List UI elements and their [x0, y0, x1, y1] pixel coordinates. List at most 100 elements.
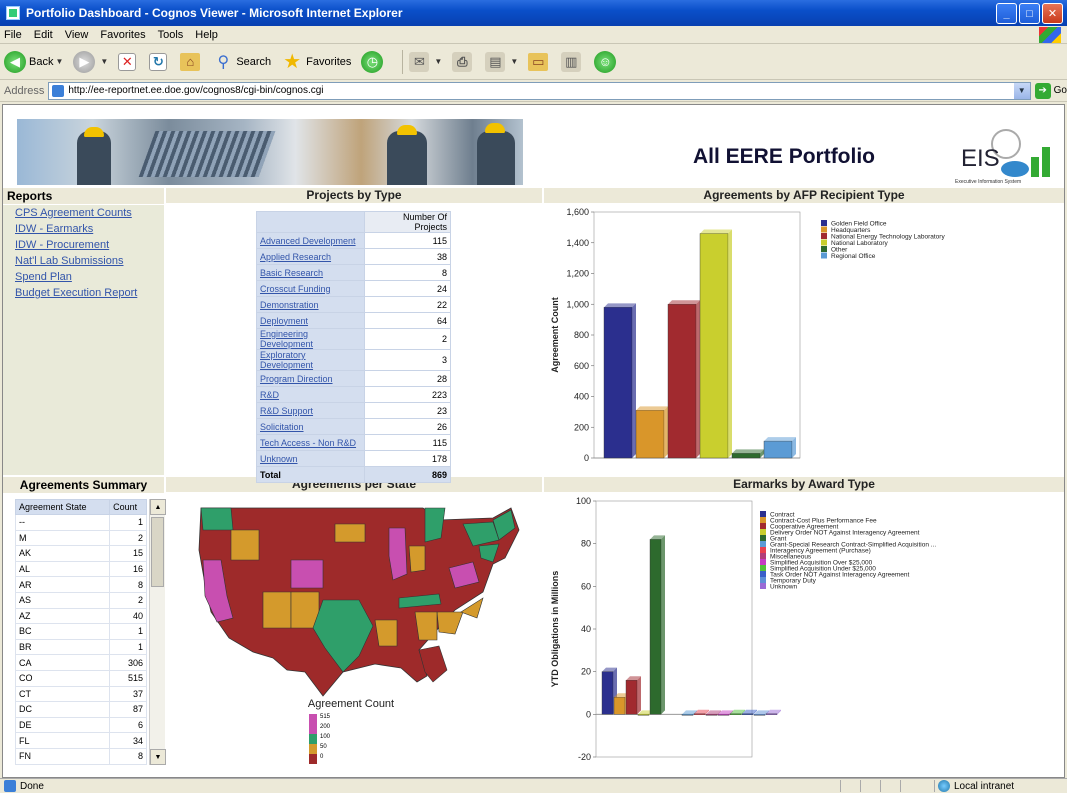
- project-type-link[interactable]: Demonstration: [260, 300, 319, 310]
- report-link[interactable]: Budget Execution Report: [15, 285, 160, 301]
- status-bar: Done Local intranet: [0, 778, 1067, 793]
- legend-swatch: [760, 565, 766, 571]
- print-button[interactable]: ⎙: [452, 51, 475, 72]
- project-type-link[interactable]: Program Direction: [260, 374, 333, 384]
- y-tick-label: 1,400: [566, 238, 589, 248]
- folder-button[interactable]: ▭: [528, 52, 551, 71]
- y-tick-label: -20: [578, 752, 591, 762]
- mail-button[interactable]: ✉ ▼: [409, 51, 442, 72]
- menu-file[interactable]: File: [4, 29, 22, 41]
- bar-top: [604, 303, 636, 308]
- map-legend: 515 200 100 50 0: [309, 714, 331, 764]
- state-cell: CO: [15, 669, 111, 687]
- menu-favorites[interactable]: Favorites: [100, 29, 145, 41]
- project-type-link[interactable]: Exploratory Development: [260, 350, 313, 370]
- minimize-button[interactable]: _: [996, 3, 1017, 24]
- bar: [729, 713, 742, 715]
- scroll-up-icon[interactable]: ▲: [150, 499, 166, 515]
- state-illinois[interactable]: [388, 527, 408, 581]
- maximize-button[interactable]: □: [1019, 3, 1040, 24]
- legend-swatch: [760, 517, 766, 523]
- state-georgia[interactable]: [436, 611, 464, 635]
- logo-bar: [1042, 147, 1050, 177]
- table-row: BR 1: [15, 638, 147, 656]
- project-count-cell: 38: [364, 248, 451, 265]
- state-alabama[interactable]: [414, 611, 438, 641]
- edit-button[interactable]: ▤ ▼: [485, 51, 518, 72]
- y-axis-label: Agreement Count: [550, 297, 560, 373]
- count-cell: 6: [109, 716, 147, 734]
- project-type-link[interactable]: Tech Access - Non R&D: [260, 438, 356, 448]
- favorites-button[interactable]: ★ Favorites: [281, 51, 351, 73]
- scroll-thumb[interactable]: [151, 517, 164, 587]
- table-row: CT 37: [15, 685, 147, 703]
- history-button[interactable]: ◷: [361, 50, 386, 73]
- report-link[interactable]: Nat'l Lab Submissions: [15, 253, 160, 269]
- forward-button[interactable]: ▶ ▼: [73, 50, 108, 73]
- menu-edit[interactable]: Edit: [34, 29, 53, 41]
- edit-dropdown-icon[interactable]: ▼: [510, 57, 518, 66]
- y-tick-label: 80: [581, 539, 591, 549]
- stop-icon: ✕: [118, 52, 137, 71]
- project-type-link[interactable]: Deployment: [260, 316, 308, 326]
- report-link[interactable]: IDW - Earmarks: [15, 221, 160, 237]
- project-count-cell: 2: [364, 328, 451, 350]
- state-washington[interactable]: [200, 507, 234, 531]
- table-row: Advanced Development 115: [256, 232, 451, 249]
- stop-button[interactable]: ✕: [118, 52, 139, 71]
- us-states-map: [198, 507, 520, 697]
- bar: [649, 539, 662, 715]
- go-button[interactable]: ➔ Go: [1034, 82, 1067, 99]
- project-type-link[interactable]: Basic Research: [260, 268, 323, 278]
- bar: [667, 304, 697, 459]
- state-arizona[interactable]: [262, 591, 292, 629]
- research-button[interactable]: ▥: [561, 51, 584, 72]
- close-button[interactable]: ✕: [1042, 3, 1063, 24]
- state-idaho[interactable]: [230, 529, 260, 561]
- scroll-down-icon[interactable]: ▼: [150, 749, 166, 765]
- project-type-link[interactable]: Solicitation: [260, 422, 304, 432]
- mail-dropdown-icon[interactable]: ▼: [434, 57, 442, 66]
- messenger-button[interactable]: ☺: [594, 50, 619, 73]
- menu-view[interactable]: View: [65, 29, 89, 41]
- summary-scrollbar[interactable]: ▲ ▼: [149, 499, 166, 765]
- y-tick-label: 60: [581, 581, 591, 591]
- legend-swatch: [821, 220, 827, 226]
- project-type-link[interactable]: Unknown: [260, 454, 298, 464]
- forward-dropdown-icon[interactable]: ▼: [100, 57, 108, 66]
- search-button[interactable]: ⚲ Search: [213, 52, 271, 72]
- state-south-dakota[interactable]: [334, 523, 366, 543]
- report-link[interactable]: Spend Plan: [15, 269, 160, 285]
- project-type-cell: Unknown: [256, 450, 365, 467]
- refresh-button[interactable]: ↻: [149, 52, 170, 71]
- project-type-link[interactable]: Crosscut Funding: [260, 284, 331, 294]
- address-dropdown-icon[interactable]: ▼: [1013, 82, 1030, 99]
- status-divider: [840, 780, 841, 792]
- project-type-cell: Tech Access - Non R&D: [256, 434, 365, 451]
- back-button[interactable]: ◀ Back ▼: [4, 50, 63, 73]
- home-button[interactable]: ⌂: [180, 52, 203, 71]
- address-input[interactable]: http://ee-reportnet.ee.doe.gov/cognos8/c…: [48, 81, 1031, 100]
- logo-bar: [1031, 157, 1039, 177]
- state-louisiana[interactable]: [374, 619, 398, 647]
- project-type-cell: Advanced Development: [256, 232, 365, 249]
- state-colorado[interactable]: [290, 559, 324, 589]
- project-type-link[interactable]: R&D Support: [260, 406, 313, 416]
- project-type-link[interactable]: Advanced Development: [260, 236, 356, 246]
- project-type-link[interactable]: Engineering Development: [260, 329, 313, 349]
- legend-label: 515: [320, 714, 331, 720]
- bar-side: [637, 676, 641, 715]
- report-link[interactable]: CPS Agreement Counts: [15, 205, 160, 221]
- star-icon: ★: [283, 51, 302, 73]
- project-type-link[interactable]: R&D: [260, 390, 279, 400]
- back-dropdown-icon[interactable]: ▼: [55, 57, 63, 66]
- report-link[interactable]: IDW - Procurement: [15, 237, 160, 253]
- project-type-link[interactable]: Applied Research: [260, 252, 331, 262]
- state-indiana[interactable]: [408, 545, 426, 573]
- legend-swatch: [309, 714, 317, 724]
- total-label: Total: [256, 466, 365, 483]
- menu-tools[interactable]: Tools: [158, 29, 184, 41]
- table-row: Solicitation 26: [256, 418, 451, 435]
- project-count-cell: 115: [364, 232, 451, 249]
- menu-help[interactable]: Help: [195, 29, 218, 41]
